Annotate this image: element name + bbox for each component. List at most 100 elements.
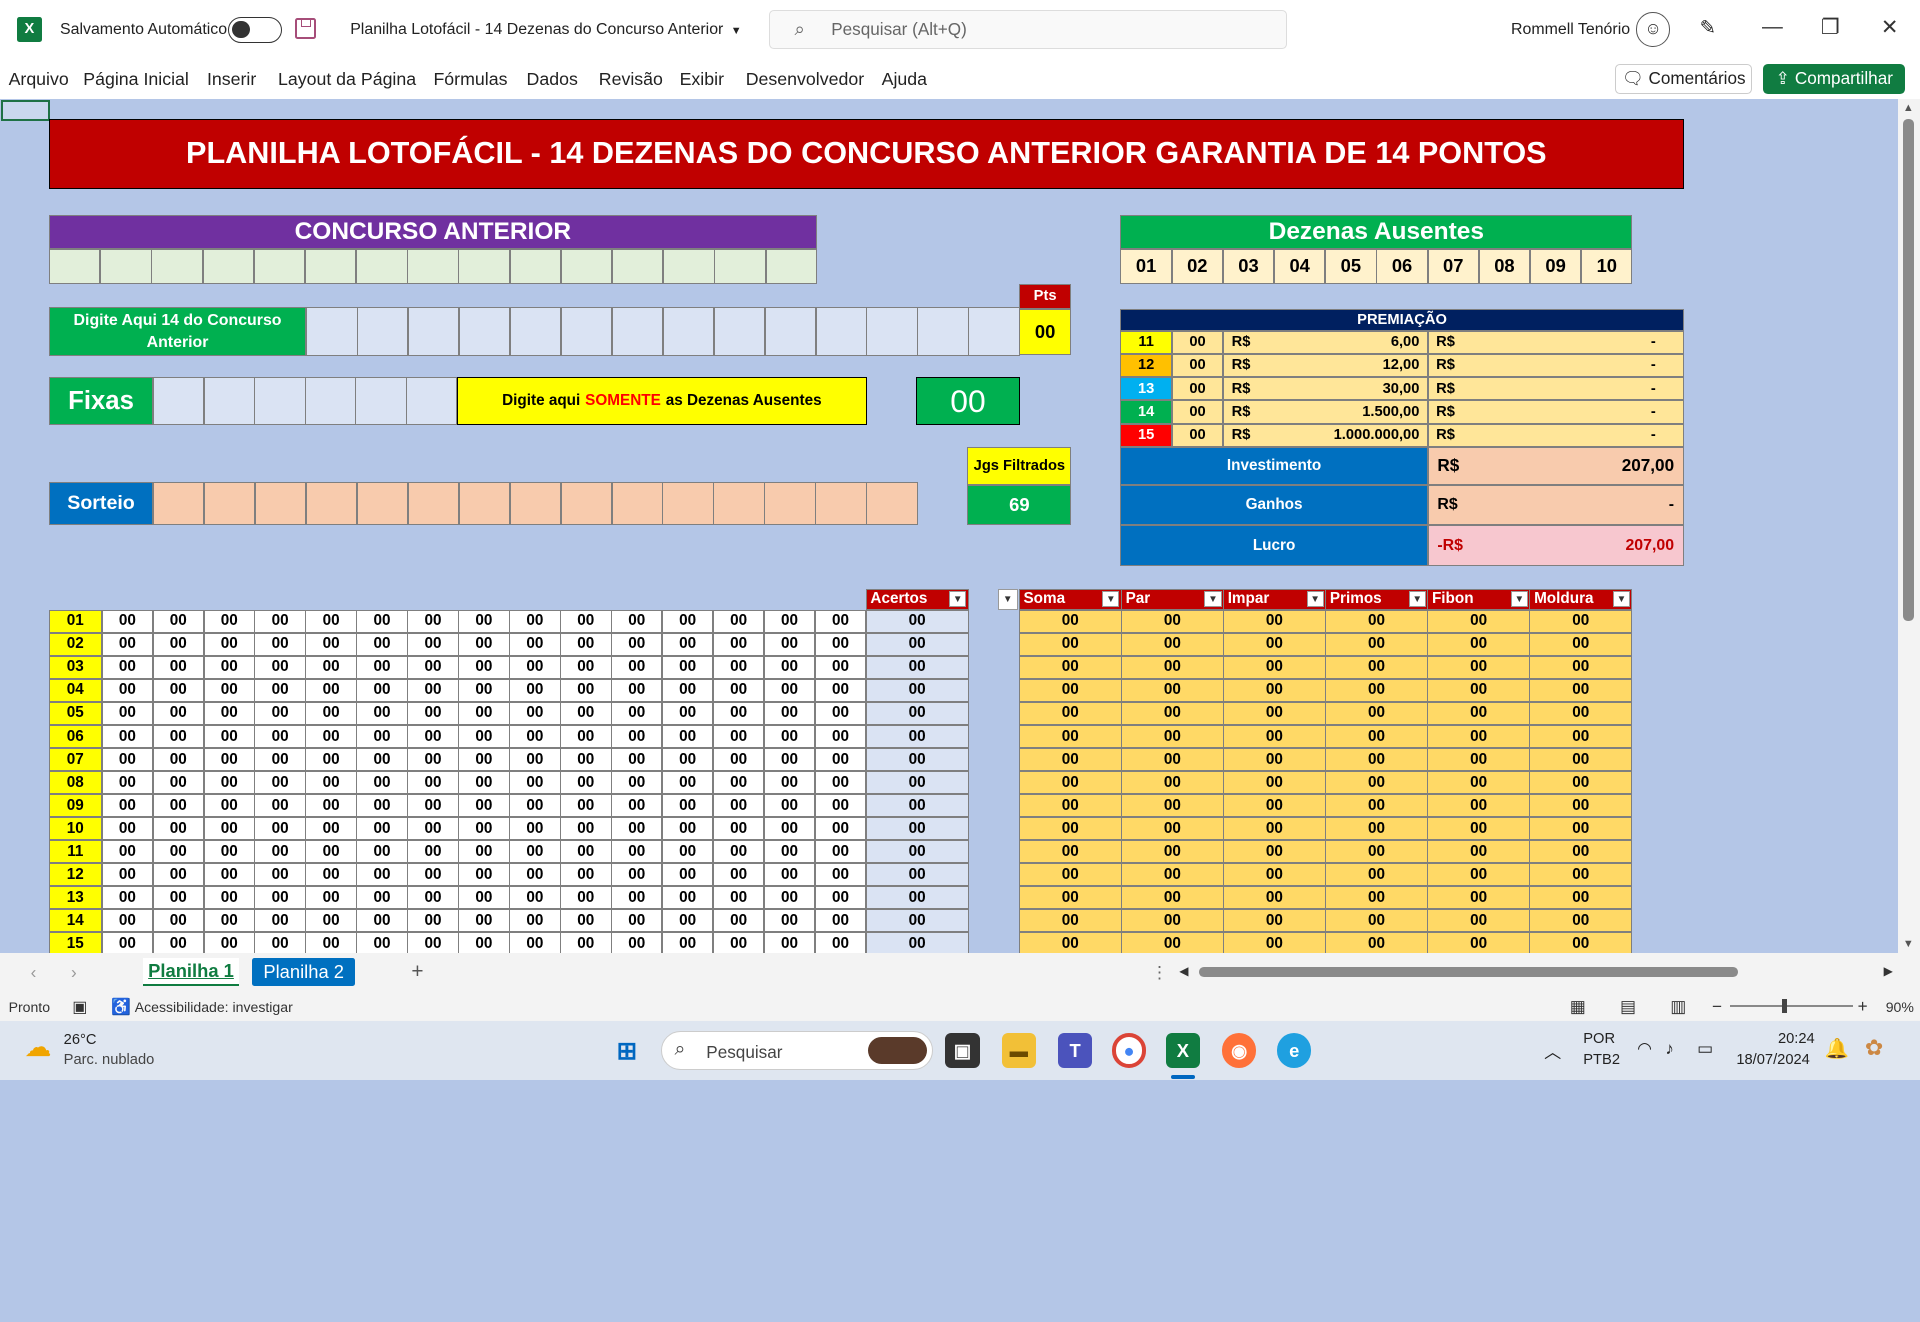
page-break-icon[interactable]: ▥ xyxy=(1670,996,1686,1017)
stats-cell[interactable]: 00 xyxy=(1223,724,1326,749)
game-number-cell[interactable]: 00 xyxy=(763,793,816,818)
game-number-cell[interactable]: 00 xyxy=(661,678,714,703)
stats-cell[interactable]: 00 xyxy=(1427,839,1531,864)
sorteio-cell[interactable] xyxy=(204,482,256,526)
copilot-icon[interactable]: ✿ xyxy=(1865,1035,1883,1061)
stats-cell[interactable]: 00 xyxy=(1223,632,1326,657)
fixas-input-cell[interactable] xyxy=(405,377,458,425)
stats-header-par[interactable]: Par ▼ xyxy=(1120,588,1224,610)
game-number-cell[interactable]: 00 xyxy=(254,932,306,953)
game-number-cell[interactable]: 00 xyxy=(458,724,510,749)
worksheet[interactable]: PLANILHA LOTOFÁCIL - 14 DEZENAS DO CONCU… xyxy=(0,99,1898,953)
concurso-14-input-cell[interactable] xyxy=(764,307,816,357)
fixas-input-cell[interactable] xyxy=(355,377,407,425)
zoom-out-icon[interactable]: − xyxy=(1712,996,1722,1017)
concurso-input-cell[interactable] xyxy=(356,248,408,285)
concurso-input-cell[interactable] xyxy=(458,248,510,285)
restore-icon[interactable]: ❐ xyxy=(1821,15,1840,40)
game-number-cell[interactable]: 00 xyxy=(814,909,867,933)
game-number-cell[interactable]: 00 xyxy=(814,839,867,864)
game-number-cell[interactable]: 00 xyxy=(661,932,714,953)
game-number-cell[interactable]: 00 xyxy=(407,609,459,634)
concurso-input-cell[interactable] xyxy=(714,248,766,285)
stats-cell[interactable]: 00 xyxy=(1120,678,1224,703)
filter-dropdown-icon[interactable]: ▼ xyxy=(1102,591,1120,608)
game-number-cell[interactable]: 00 xyxy=(661,770,714,795)
stats-cell[interactable]: 00 xyxy=(1325,932,1428,953)
battery-icon[interactable]: ▭ xyxy=(1697,1038,1713,1059)
game-number-cell[interactable]: 00 xyxy=(254,909,306,933)
game-number-cell[interactable]: 00 xyxy=(458,863,510,887)
stats-cell[interactable]: 00 xyxy=(1325,678,1428,703)
game-number-cell[interactable]: 00 xyxy=(814,932,867,953)
stats-cell[interactable]: 00 xyxy=(1018,747,1122,772)
sorteio-cell[interactable] xyxy=(713,482,765,526)
stats-cell[interactable]: 00 xyxy=(1427,770,1531,795)
game-number-cell[interactable]: 00 xyxy=(712,724,765,749)
game-number-cell[interactable]: 00 xyxy=(254,770,306,795)
stats-cell[interactable]: 00 xyxy=(1529,793,1633,818)
task-view-icon[interactable]: ▣ xyxy=(945,1033,980,1068)
game-number-cell[interactable]: 00 xyxy=(203,932,255,953)
sorteio-cell[interactable] xyxy=(509,482,562,526)
stats-cell[interactable]: 00 xyxy=(1427,724,1531,749)
game-number-cell[interactable]: 00 xyxy=(254,863,306,887)
stats-header-fibon[interactable]: Fibon ▼ xyxy=(1427,588,1531,610)
teams-icon[interactable]: T xyxy=(1057,1033,1093,1068)
game-number-cell[interactable]: 00 xyxy=(305,839,357,864)
game-number-cell[interactable]: 00 xyxy=(763,886,816,910)
game-number-cell[interactable]: 00 xyxy=(254,632,306,657)
game-number-cell[interactable]: 00 xyxy=(101,886,154,910)
game-number-cell[interactable]: 00 xyxy=(152,701,204,726)
game-number-cell[interactable]: 00 xyxy=(560,701,612,726)
game-number-cell[interactable]: 00 xyxy=(814,863,867,887)
stats-cell[interactable]: 00 xyxy=(1529,724,1633,749)
concurso-input-cell[interactable] xyxy=(304,248,357,285)
game-number-cell[interactable]: 00 xyxy=(254,793,306,818)
game-number-cell[interactable]: 00 xyxy=(203,816,255,841)
game-number-cell[interactable]: 00 xyxy=(814,701,867,726)
game-number-cell[interactable]: 00 xyxy=(560,678,612,703)
game-number-cell[interactable]: 00 xyxy=(305,655,357,680)
game-number-cell[interactable]: 00 xyxy=(203,701,255,726)
selected-cell[interactable] xyxy=(1,100,51,122)
stats-cell[interactable]: 00 xyxy=(1427,793,1531,818)
stats-cell[interactable]: 00 xyxy=(1427,863,1531,887)
game-number-cell[interactable]: 00 xyxy=(560,863,612,887)
game-number-cell[interactable]: 00 xyxy=(560,793,612,818)
stats-cell[interactable]: 00 xyxy=(1529,609,1633,634)
sorteio-cell[interactable] xyxy=(815,482,867,526)
game-number-cell[interactable]: 00 xyxy=(305,701,357,726)
sorteio-cell[interactable] xyxy=(560,482,612,526)
sorteio-cell[interactable] xyxy=(356,482,409,526)
game-number-cell[interactable]: 00 xyxy=(560,909,612,933)
game-number-cell[interactable]: 00 xyxy=(509,816,561,841)
concurso-input-cell[interactable] xyxy=(560,248,613,285)
macro-record-icon[interactable]: ▣ xyxy=(72,997,87,1017)
acertos-cell[interactable]: 00 xyxy=(865,932,969,953)
game-number-cell[interactable]: 00 xyxy=(101,701,154,726)
filter-dropdown-icon[interactable]: ▼ xyxy=(1306,591,1324,608)
game-number-cell[interactable]: 00 xyxy=(152,886,204,910)
game-number-cell[interactable]: 00 xyxy=(763,701,816,726)
stats-cell[interactable]: 00 xyxy=(1223,863,1326,887)
sorteio-cell[interactable] xyxy=(153,482,205,526)
game-number-cell[interactable]: 00 xyxy=(356,770,408,795)
sorteio-cell[interactable] xyxy=(254,482,307,526)
accessibility-icon[interactable]: ♿ xyxy=(111,997,131,1017)
stats-cell[interactable]: 00 xyxy=(1325,839,1428,864)
game-number-cell[interactable]: 00 xyxy=(305,678,357,703)
stats-cell[interactable]: 00 xyxy=(1325,770,1428,795)
tab-split-handle[interactable]: ⋮ xyxy=(1151,962,1168,983)
game-number-cell[interactable]: 00 xyxy=(712,609,765,634)
game-number-cell[interactable]: 00 xyxy=(661,724,714,749)
game-number-cell[interactable]: 00 xyxy=(356,886,408,910)
game-number-cell[interactable]: 00 xyxy=(458,678,510,703)
file-explorer-icon[interactable]: ▬ xyxy=(1001,1033,1036,1068)
game-number-cell[interactable]: 00 xyxy=(509,886,561,910)
game-number-cell[interactable]: 00 xyxy=(203,609,255,634)
sorteio-cell[interactable] xyxy=(407,482,460,526)
game-number-cell[interactable]: 00 xyxy=(611,839,663,864)
stats-cell[interactable]: 00 xyxy=(1529,886,1633,910)
stats-cell[interactable]: 00 xyxy=(1120,609,1224,634)
